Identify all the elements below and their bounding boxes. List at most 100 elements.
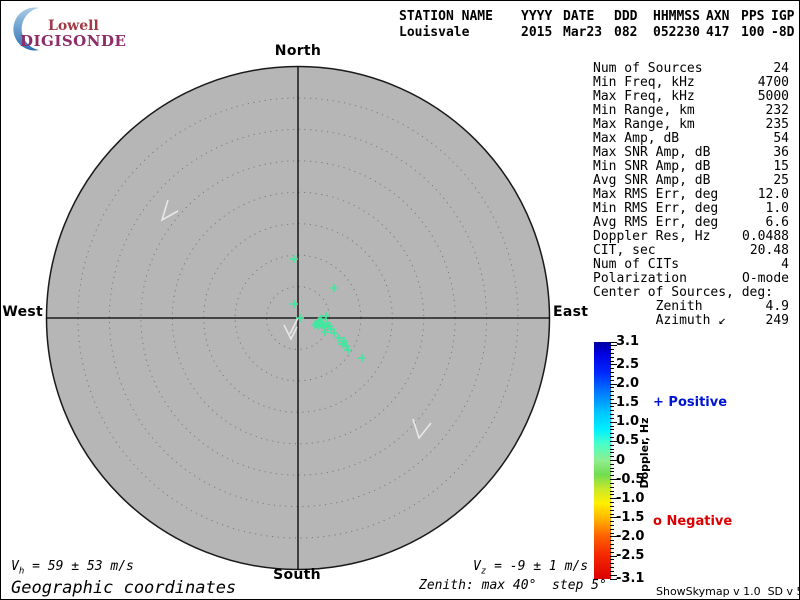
stats-value: 0.0488 xyxy=(742,229,789,244)
colorbar-minor-tick xyxy=(610,375,614,377)
stats-label: Num of CITs xyxy=(593,257,680,272)
colorbar-minor-tick xyxy=(610,567,614,569)
colorbar-minor-tick xyxy=(610,475,614,477)
colorbar-minor-tick xyxy=(610,528,614,530)
doppler-colorbar xyxy=(594,342,611,579)
colorbar-minor-tick xyxy=(610,444,614,446)
vh-var: V xyxy=(11,559,19,574)
colorbar-tick-label: 3.1 xyxy=(616,334,640,349)
stats-label: Avg SNR Amp, dB xyxy=(593,173,711,188)
stats-value: 12.0 xyxy=(757,187,789,202)
legend-positive: + Positive xyxy=(653,395,728,410)
colorbar-minor-tick xyxy=(610,532,614,534)
colorbar-minor-tick xyxy=(610,425,614,427)
stats-label: Zenith xyxy=(593,299,703,314)
colorbar-minor-tick xyxy=(610,398,614,400)
stats-label: Max Range, km xyxy=(593,117,695,132)
colorbar-minor-tick xyxy=(610,471,614,473)
colorbar-minor-tick xyxy=(610,482,614,484)
stats-value: 25 xyxy=(773,173,789,188)
colorbar-minor-tick xyxy=(610,505,614,507)
stats-value: 1.0 xyxy=(765,201,789,216)
colorbar-tick-label: -2.0 xyxy=(616,528,645,544)
colorbar-minor-tick xyxy=(610,544,614,546)
colorbar-tick-label: 2.5 xyxy=(616,356,640,372)
colorbar-minor-tick xyxy=(610,429,614,431)
colorbar-minor-tick xyxy=(610,502,614,504)
stats-value: 4700 xyxy=(757,75,789,90)
vh-readout: Vh = 59 ± 53 m/s xyxy=(11,559,134,577)
stats-value: 6.6 xyxy=(765,215,789,230)
stats-row: Max Freq, kHz 5000 xyxy=(593,90,789,104)
coordinates-label: Geographic coordinates xyxy=(11,578,237,598)
stats-row: Avg RMS Err, deg 6.6 xyxy=(593,216,789,230)
stats-label: Doppler Res, Hz xyxy=(593,229,711,244)
colorbar-tick-label: -1.5 xyxy=(616,509,645,525)
stats-value: 232 xyxy=(765,103,789,118)
compass-label-west: West xyxy=(2,304,43,320)
colorbar-minor-tick xyxy=(610,563,614,565)
stats-row: Avg SNR Amp, dB 25 xyxy=(593,174,789,188)
colorbar-minor-tick xyxy=(610,372,614,374)
stats-label: Max Amp, dB xyxy=(593,131,680,146)
colorbar-minor-tick xyxy=(610,391,614,393)
stats-value: O-mode xyxy=(742,271,789,286)
stats-label: Center of Sources, deg: xyxy=(593,285,774,300)
showskymap-window: Lowell DIGISONDE STATION NAME Louisvale YY… xyxy=(0,0,800,600)
colorbar-minor-tick xyxy=(610,406,614,408)
zenith-range-note: Zenith: max 40° step 5° xyxy=(419,578,607,593)
stats-value: 54 xyxy=(773,131,789,146)
colorbar-tick-label: 2.0 xyxy=(616,376,640,392)
colorbar-minor-tick xyxy=(610,433,614,435)
stats-value: 20.48 xyxy=(749,243,789,258)
stats-row: Polarization O-mode xyxy=(593,272,789,286)
colorbar-minor-tick xyxy=(610,486,614,488)
compass-label-east: East xyxy=(553,304,589,320)
colorbar-minor-tick xyxy=(610,349,614,351)
colorbar-minor-tick xyxy=(610,410,614,412)
legend-negative: o Negative xyxy=(653,514,733,529)
colorbar-minor-tick xyxy=(610,551,614,553)
stats-row: Max SNR Amp, dB 36 xyxy=(593,146,789,160)
colorbar-minor-tick xyxy=(610,521,614,523)
version-credit: ShowSkymap v 1.0 SD v 5.1 xyxy=(656,585,800,598)
colorbar-tick-label: -1.0 xyxy=(616,490,645,506)
vz-readout: Vz = -9 ± 1 m/s xyxy=(473,559,588,577)
stats-value: 4.9 xyxy=(765,299,789,314)
vh-value: = 59 ± 53 m/s xyxy=(24,559,134,574)
stats-row: Doppler Res, Hz 0.0488 xyxy=(593,230,789,244)
stats-label: Min RMS Err, deg xyxy=(593,201,719,216)
colorbar-minor-tick xyxy=(610,467,614,469)
colorbar-minor-tick xyxy=(610,352,614,354)
colorbar-minor-tick xyxy=(610,456,614,458)
colorbar-minor-tick xyxy=(610,509,614,511)
stats-label: CIT, sec xyxy=(593,243,656,258)
colorbar-tick-label: 1.5 xyxy=(616,395,640,411)
compass-label-south: South xyxy=(273,567,321,583)
colorbar-minor-tick xyxy=(610,513,614,515)
colorbar-minor-tick xyxy=(610,490,614,492)
stats-label: Min SNR Amp, dB xyxy=(593,159,711,174)
colorbar-minor-tick xyxy=(610,494,614,496)
colorbar-minor-tick xyxy=(610,448,614,450)
stats-label: Avg RMS Err, deg xyxy=(593,215,719,230)
stats-row: Min SNR Amp, dB 15 xyxy=(593,160,789,174)
colorbar-minor-tick xyxy=(610,559,614,561)
stats-label: Min Range, km xyxy=(593,103,695,118)
colorbar-minor-tick xyxy=(610,360,614,362)
stats-value: 249 xyxy=(765,313,789,328)
stats-label: Max RMS Err, deg xyxy=(593,187,719,202)
stats-label: Azimuth ↙ xyxy=(593,313,727,328)
colorbar-minor-tick xyxy=(610,356,614,358)
colorbar-tick-label: -0.5 xyxy=(616,471,645,487)
colorbar-minor-tick xyxy=(610,368,614,370)
colorbar-tick-label: -2.5 xyxy=(616,548,645,564)
colorbar-minor-tick xyxy=(610,395,614,397)
colorbar-minor-tick xyxy=(610,379,614,381)
vz-var: V xyxy=(473,559,481,574)
stats-row: Max RMS Err, deg 12.0 xyxy=(593,188,789,202)
stats-value: 15 xyxy=(773,159,789,174)
stats-row: Num of CITs 4 xyxy=(593,258,789,272)
colorbar-tick-label: 0.5 xyxy=(616,433,640,449)
colorbar-minor-tick xyxy=(610,387,614,389)
